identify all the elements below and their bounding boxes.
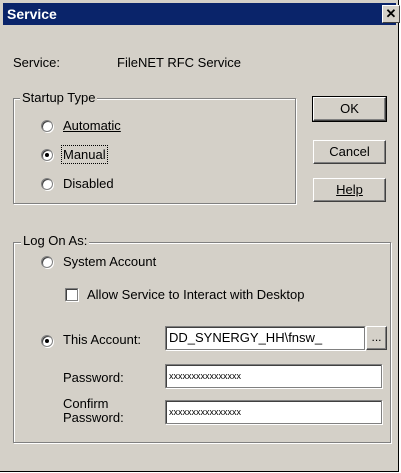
logon-label: Log On As: — [21, 233, 90, 248]
interact-desktop-label[interactable]: Allow Service to Interact with Desktop — [87, 287, 304, 302]
radio-automatic[interactable] — [41, 120, 53, 132]
confirm-label-line2: Password: — [63, 410, 124, 425]
automatic-label[interactable]: Automatic — [63, 118, 121, 133]
automatic-label-text: Automatic — [63, 118, 121, 133]
help-button[interactable]: Help — [313, 178, 386, 202]
radio-selected-dot — [45, 339, 49, 343]
account-input[interactable]: DD_SYNERGY_HH\fnsw_ — [165, 326, 365, 350]
service-label: Service: — [13, 55, 60, 70]
startup-type-group — [13, 98, 296, 204]
confirm-password-label: Confirm Password: — [63, 397, 124, 425]
radio-selected-dot — [45, 153, 49, 157]
title-bar[interactable]: Service ✕ — [3, 3, 400, 25]
system-account-label[interactable]: System Account — [63, 254, 156, 269]
interact-desktop-checkbox[interactable] — [65, 288, 78, 301]
confirm-password-input[interactable]: xxxxxxxxxxxxxxxx — [165, 400, 382, 424]
window-title: Service — [7, 6, 57, 22]
disabled-label-text: Disabled — [63, 176, 114, 191]
radio-system-account[interactable] — [41, 256, 53, 268]
service-name: FileNET RFC Service — [117, 55, 242, 70]
radio-manual[interactable] — [41, 149, 53, 161]
manual-label-text: Manual — [63, 147, 106, 162]
this-account-label[interactable]: This Account: — [63, 332, 141, 347]
radio-this-account[interactable] — [41, 335, 53, 347]
ok-button[interactable]: OK — [312, 96, 387, 122]
confirm-label-line1: Confirm — [63, 396, 109, 411]
disabled-label[interactable]: Disabled — [63, 176, 114, 191]
password-input[interactable]: xxxxxxxxxxxxxxxx — [165, 364, 382, 388]
password-label: Password: — [63, 370, 124, 385]
startup-type-label: Startup Type — [20, 90, 98, 105]
service-dialog: Service ✕ Service: FileNET RFC Service S… — [0, 0, 400, 472]
manual-label[interactable]: Manual — [61, 145, 108, 164]
help-button-label: Help — [336, 182, 363, 197]
cancel-button[interactable]: Cancel — [313, 140, 386, 164]
radio-disabled[interactable] — [41, 178, 53, 190]
close-icon[interactable]: ✕ — [382, 5, 400, 23]
browse-account-button[interactable]: ... — [366, 326, 387, 350]
